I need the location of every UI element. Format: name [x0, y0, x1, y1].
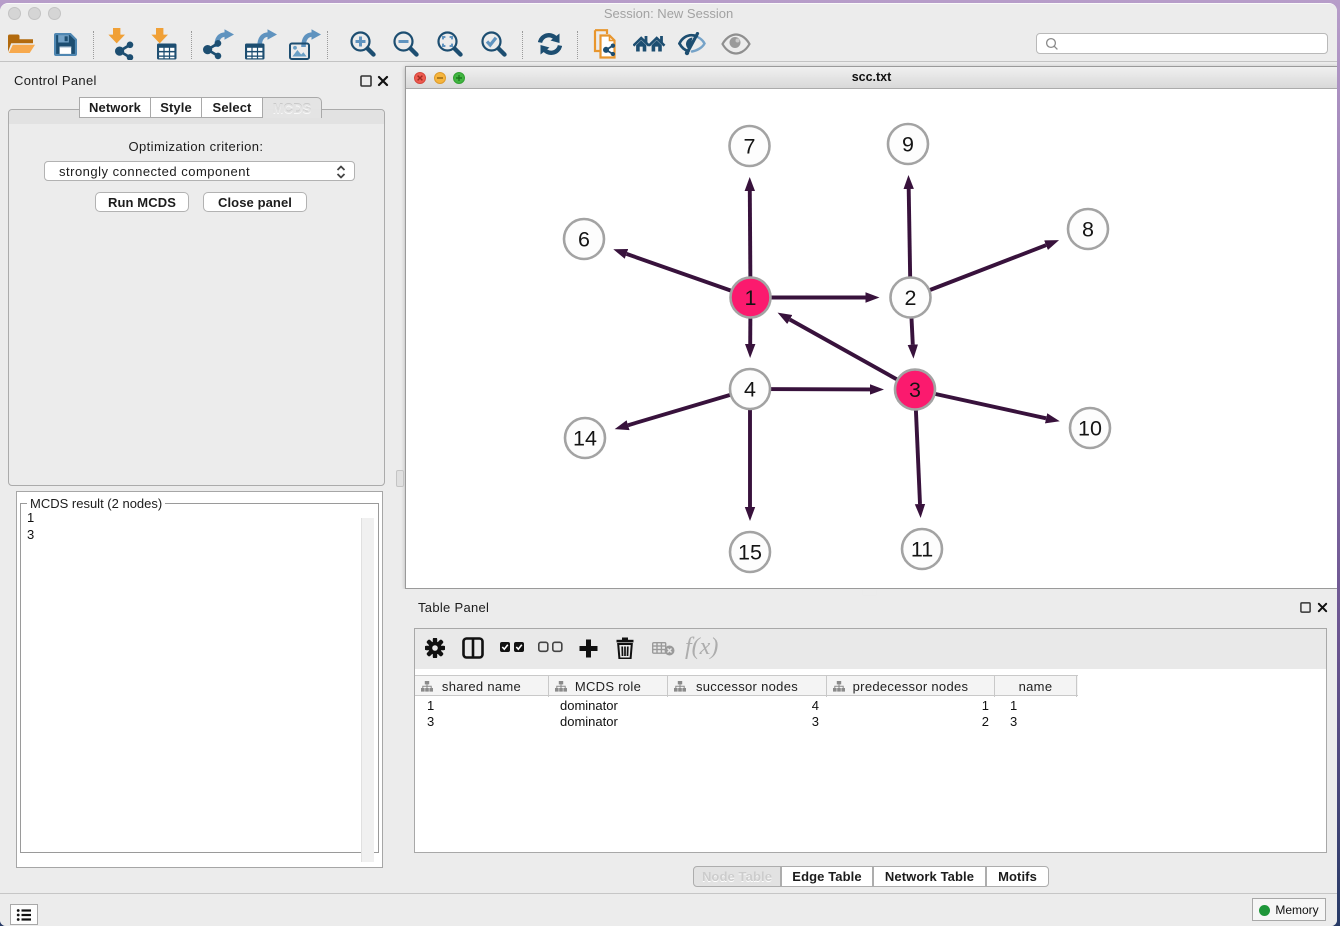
svg-text:9: 9	[902, 133, 914, 157]
svg-text:10: 10	[1078, 417, 1102, 441]
svg-text:8: 8	[1082, 218, 1094, 242]
svg-text:15: 15	[738, 541, 762, 565]
svg-text:7: 7	[744, 135, 756, 159]
svg-text:2: 2	[905, 286, 917, 310]
svg-text:14: 14	[573, 427, 597, 451]
svg-text:1: 1	[745, 286, 757, 310]
svg-text:11: 11	[911, 538, 933, 562]
svg-text:6: 6	[578, 228, 590, 252]
svg-text:3: 3	[909, 378, 921, 402]
svg-text:4: 4	[744, 378, 756, 402]
